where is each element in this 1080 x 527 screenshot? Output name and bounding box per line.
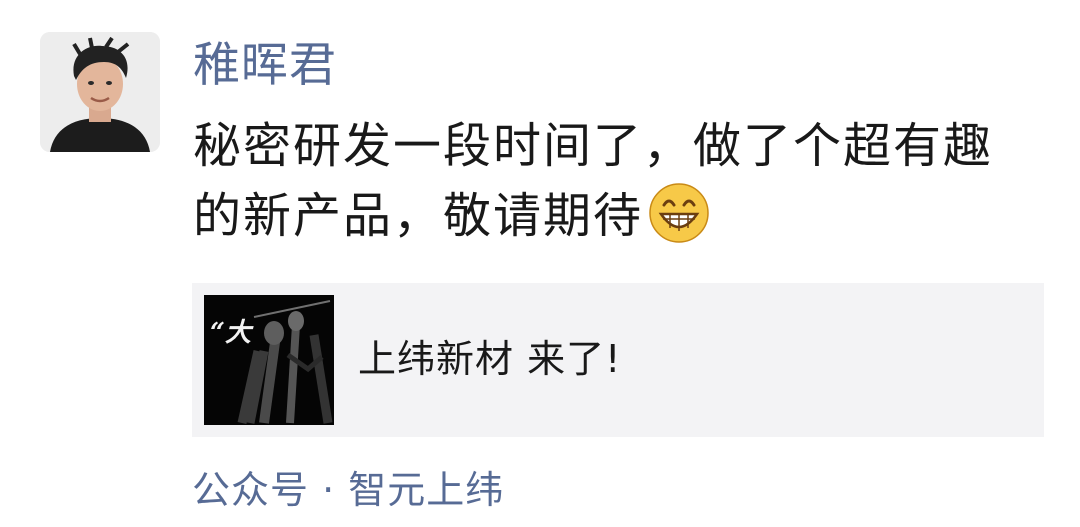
grin-emoji-icon bbox=[647, 180, 711, 244]
link-card[interactable]: “大 上纬新材 来了! bbox=[192, 283, 1044, 437]
link-thumbnail: “大 bbox=[204, 295, 334, 425]
thumbnail-text: “大 bbox=[210, 318, 254, 348]
post-text-line-2: 的新产品，敬请期待 bbox=[193, 180, 1053, 248]
moments-post: 稚晖君 秘密研发一段时间了，做了个超有趣 的新产品，敬请期待 “大 上纬新材 来… bbox=[0, 0, 1080, 527]
post-text: 秘密研发一段时间了，做了个超有趣 的新产品，敬请期待 bbox=[193, 112, 1053, 248]
avatar-image bbox=[40, 32, 160, 152]
post-text-line-1: 秘密研发一段时间了，做了个超有趣 bbox=[193, 118, 994, 174]
author-name[interactable]: 稚晖君 bbox=[193, 34, 337, 98]
post-text-line-2-text: 的新产品，敬请期待 bbox=[193, 188, 644, 244]
avatar[interactable] bbox=[40, 32, 160, 152]
link-card-title: 上纬新材 来了! bbox=[358, 337, 622, 381]
source-account-link[interactable]: 公众号 · 智元上纬 bbox=[192, 462, 504, 518]
